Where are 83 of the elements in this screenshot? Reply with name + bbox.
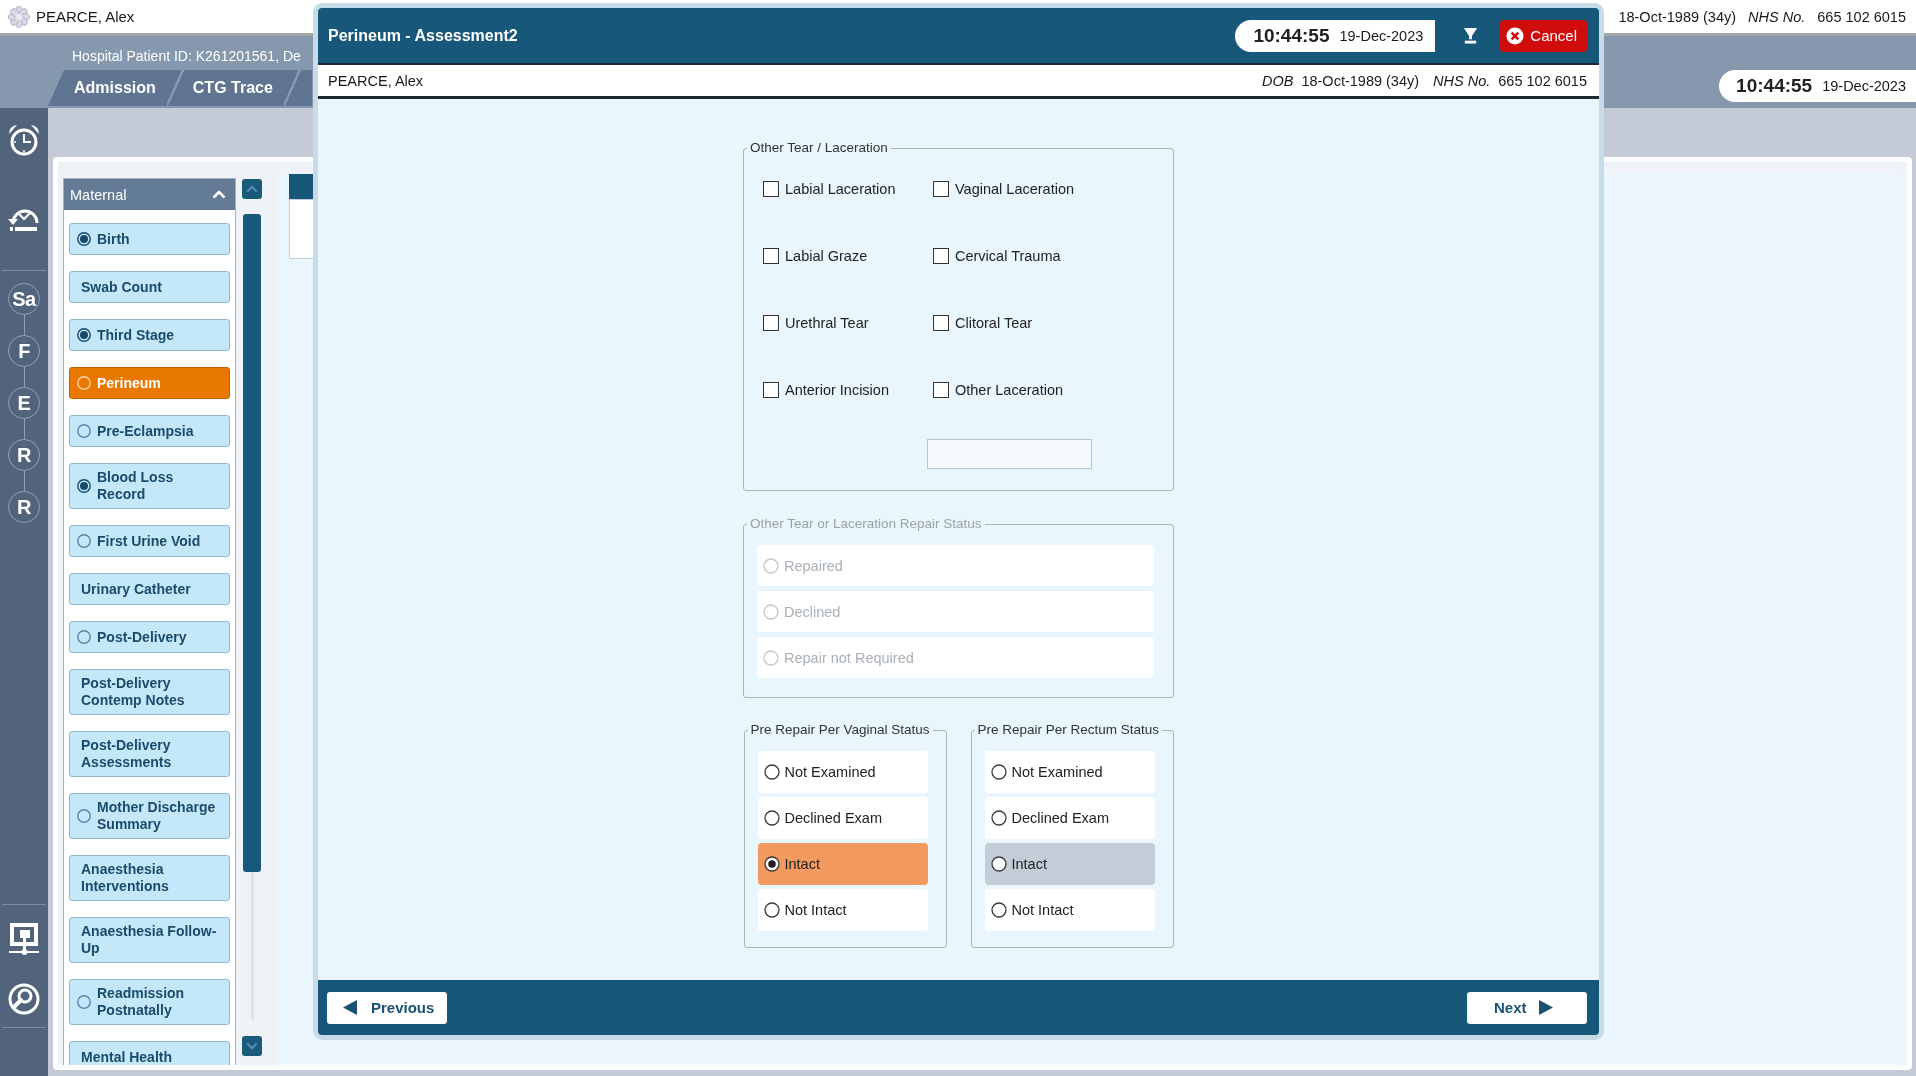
checkbox[interactable] <box>763 181 779 197</box>
radio-option[interactable]: Declined Exam <box>757 797 928 839</box>
connector-line <box>23 471 25 491</box>
table-box <box>289 199 313 259</box>
checkbox-option[interactable]: Anterior Incision <box>763 378 933 402</box>
checkbox[interactable] <box>763 382 779 398</box>
text-input[interactable] <box>927 439 1092 469</box>
radio-option[interactable]: Not Intact <box>757 889 928 931</box>
next-button[interactable]: Next <box>1467 991 1587 1024</box>
dob-value: 18-Oct-1989 (34y) <box>1301 72 1420 89</box>
nhs-label: NHS No. <box>1748 8 1806 25</box>
funnel-icon[interactable] <box>1462 27 1480 44</box>
clock-date: 19-Dec-2023 <box>1339 27 1424 44</box>
triangle-right-icon <box>1538 1000 1553 1015</box>
cancel-button[interactable]: Cancel <box>1500 19 1587 52</box>
radio-option[interactable]: Not Examined <box>984 751 1155 793</box>
dob-label: DOB <box>1262 72 1294 89</box>
patient-name: PEARCE, Alex <box>328 72 424 89</box>
sidebar-item[interactable]: Anaesthesia Interventions <box>69 855 230 901</box>
radio-option[interactable]: Intact <box>757 843 928 885</box>
sidebar-item[interactable]: Swab Count <box>69 271 230 303</box>
connector-line <box>23 315 25 335</box>
clock-date: 19-Dec-2023 <box>1822 78 1906 94</box>
chevron-up-icon <box>212 190 226 199</box>
sidebar-item[interactable]: First Urine Void <box>69 525 230 557</box>
nhs-number: 665 102 6015 <box>1817 8 1906 25</box>
group-legend: Other Tear / Laceration <box>747 140 891 156</box>
radio-option[interactable]: Intact <box>984 843 1155 885</box>
sidebar-title: Maternal <box>70 186 127 203</box>
patient-id-text: Hospital Patient ID: K261201561, De <box>72 48 301 64</box>
clock-time: 10:44:55 <box>1736 75 1813 97</box>
network-monitor-icon[interactable] <box>8 921 40 957</box>
search-icon[interactable] <box>8 983 40 1015</box>
chevron-down-icon <box>246 1042 258 1050</box>
sidebar-item[interactable]: Third Stage <box>69 319 230 351</box>
close-circle-icon <box>1506 26 1525 45</box>
sidebar-item[interactable]: Anaesthesia Follow-Up <box>69 917 230 963</box>
sidebar-item[interactable]: Post-Delivery Contemp Notes <box>69 669 230 715</box>
sidebar-item[interactable]: Blood Loss Record <box>69 463 230 509</box>
checkbox[interactable] <box>933 382 949 398</box>
connector-line <box>23 367 25 387</box>
chevron-up-icon <box>246 185 258 193</box>
checkbox-option[interactable]: Labial Laceration <box>763 177 933 201</box>
checkbox-option[interactable]: Clitoral Tear <box>933 311 1103 335</box>
nhs-number: 665 102 6015 <box>1498 72 1587 89</box>
radio-option[interactable]: Not Examined <box>757 751 928 793</box>
dialog-title: Perineum - Assessment2 <box>328 26 518 45</box>
tab[interactable]: Admission <box>48 70 167 106</box>
scrollbar-thumb[interactable] <box>243 214 261 872</box>
tab[interactable]: CTG Trace <box>166 70 284 106</box>
checkbox[interactable] <box>933 315 949 331</box>
checkbox[interactable] <box>933 181 949 197</box>
sidebar-item[interactable]: Mental Health <box>69 1041 230 1065</box>
triangle-left-icon <box>343 1000 357 1015</box>
checkbox-option[interactable]: Urethral Tear <box>763 311 933 335</box>
checkbox-option[interactable]: Other Laceration <box>933 378 1103 402</box>
clock-time: 10:44:55 <box>1253 24 1330 47</box>
checkbox[interactable] <box>763 248 779 264</box>
checkbox-option[interactable]: Labial Graze <box>763 244 933 268</box>
alarm-clock-icon[interactable] <box>7 123 41 157</box>
previous-button[interactable]: Previous <box>327 991 447 1024</box>
checkbox[interactable] <box>763 315 779 331</box>
checkbox-option[interactable]: Cervical Trauma <box>933 244 1103 268</box>
dob-value: 18-Oct-1989 (34y) <box>1618 8 1737 25</box>
sidebar-item[interactable]: Urinary Catheter <box>69 573 230 605</box>
sidebar-item[interactable]: Pre-Eclampsia <box>69 415 230 447</box>
patient-name: PEARCE, Alex <box>36 8 135 25</box>
sidebar-item[interactable]: Post-Delivery Assessments <box>69 731 230 777</box>
connector-line <box>23 419 25 439</box>
sidebar-item[interactable]: Birth <box>69 223 230 255</box>
checkbox-option[interactable]: Vaginal Laceration <box>933 177 1103 201</box>
group-legend: Pre Repair Per Vaginal Status <box>747 722 933 738</box>
sidebar-item[interactable]: Mother Discharge Summary <box>69 793 230 839</box>
nhs-label: NHS No. <box>1433 72 1491 89</box>
flower-icon <box>8 5 30 28</box>
radio-option[interactable]: Not Intact <box>984 889 1155 931</box>
group-legend: Other Tear or Laceration Repair Status <box>747 516 985 532</box>
group-legend: Pre Repair Per Rectum Status <box>974 722 1163 738</box>
checkbox[interactable] <box>933 248 949 264</box>
radio-option[interactable]: Declined Exam <box>984 797 1155 839</box>
sidebar-item[interactable]: Post-Delivery <box>69 621 230 653</box>
sidebar-item[interactable]: Readmission Postnatally <box>69 979 230 1025</box>
table-header-bar <box>289 174 313 199</box>
